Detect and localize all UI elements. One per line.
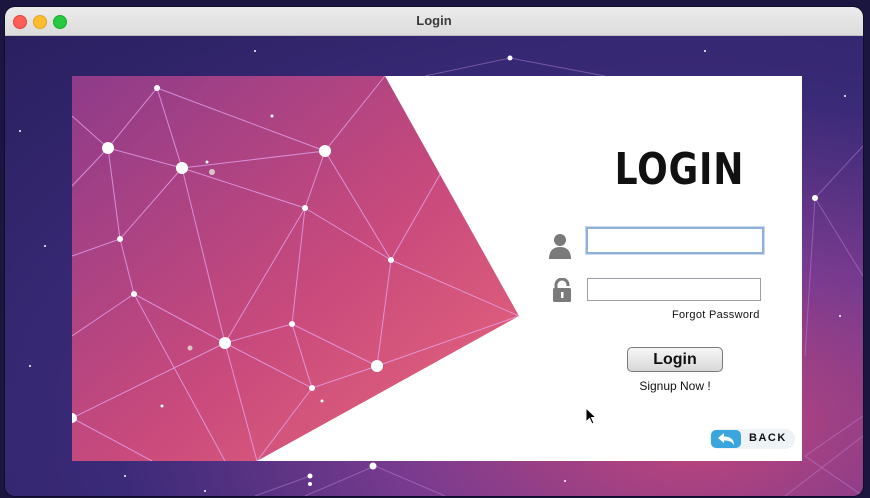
back-label: BACK <box>749 432 787 444</box>
username-input[interactable] <box>586 227 764 254</box>
user-icon <box>549 234 571 259</box>
login-panel: LOGIN Forgot Password Login Signup Now ! <box>72 76 802 461</box>
back-arrow-icon <box>711 430 741 448</box>
login-button[interactable]: Login <box>627 347 723 372</box>
signup-link[interactable]: Signup Now ! <box>627 379 723 393</box>
lock-icon <box>553 278 571 302</box>
window-title: Login <box>416 13 452 28</box>
forgot-password-link[interactable]: Forgot Password <box>672 309 760 321</box>
login-heading: LOGIN <box>614 144 745 195</box>
mouse-pointer-icon <box>585 407 597 425</box>
title-bar: Login <box>5 7 863 36</box>
back-button[interactable]: BACK <box>709 429 795 449</box>
network-artwork <box>72 76 519 461</box>
password-input[interactable] <box>587 278 761 301</box>
window-content: LOGIN Forgot Password Login Signup Now ! <box>5 36 863 496</box>
login-window: Login LOGIN Forgot Password Login Signup… <box>5 7 863 496</box>
